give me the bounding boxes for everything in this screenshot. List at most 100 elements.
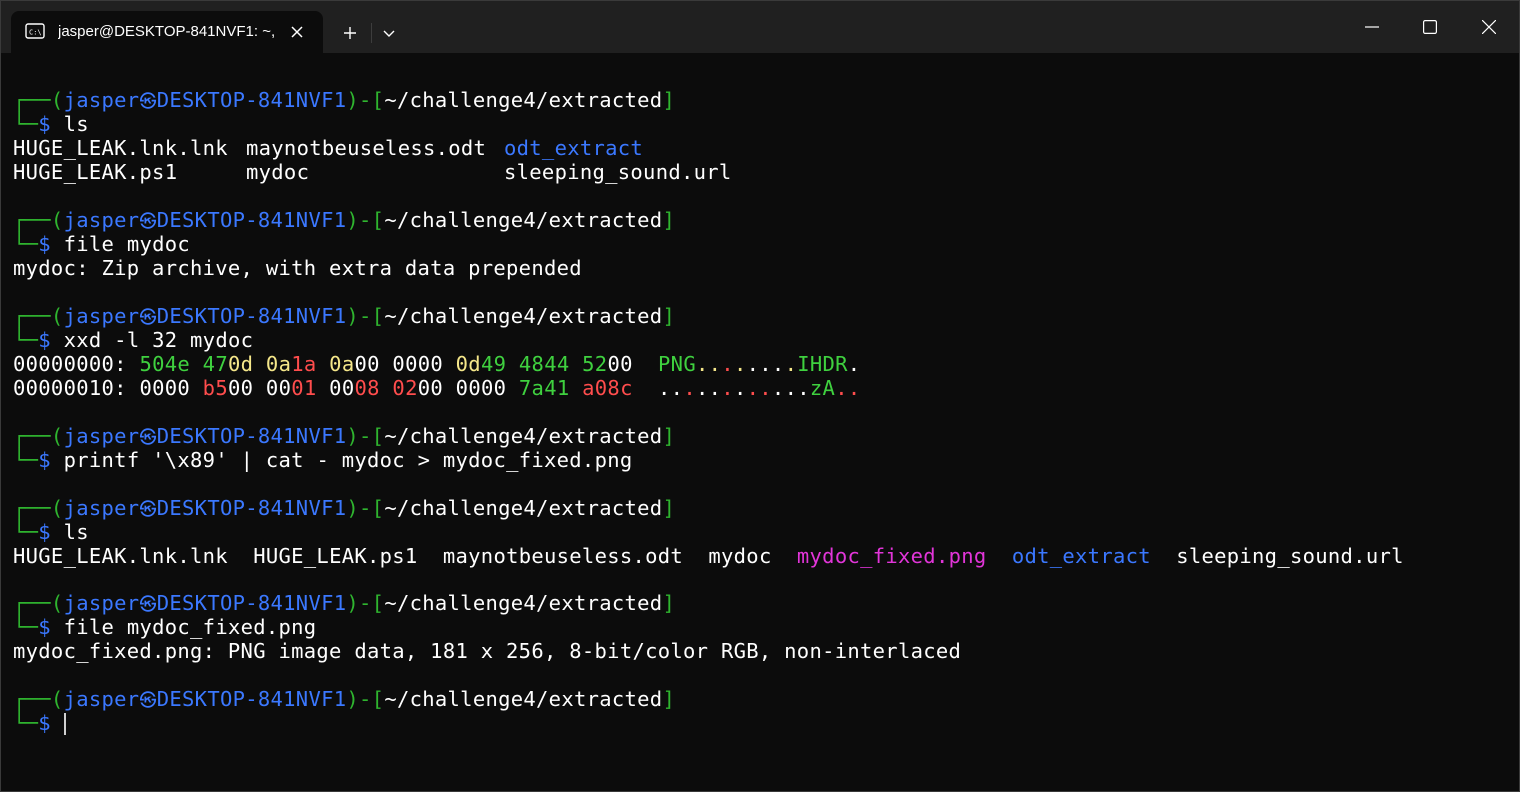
file-entry: maynotbeuseless.odt xyxy=(246,136,487,160)
hex-ascii: . xyxy=(670,376,684,400)
file-output: mydoc_fixed.png: PNG image data, 181 x 2… xyxy=(13,639,961,663)
prompt-user: jasper xyxy=(63,496,140,520)
prompt-bracket: ] xyxy=(662,208,676,232)
maximize-icon xyxy=(1423,20,1437,34)
prompt-user: jasper xyxy=(63,424,140,448)
command-text: printf '\x89' | cat - mydoc > mydoc_fixe… xyxy=(63,448,633,472)
close-tab-icon[interactable] xyxy=(287,22,307,42)
prompt-corner: ┌──( xyxy=(13,88,64,112)
prompt-host: DESKTOP-841NVF1 xyxy=(156,88,347,112)
prompt-host: DESKTOP-841NVF1 xyxy=(156,687,347,711)
skull-icon: ㉿ xyxy=(139,500,157,520)
file-output-text: mydoc: Zip archive, with extra data prep… xyxy=(13,256,582,280)
command-text: file mydoc xyxy=(63,232,191,256)
prompt-corner: ┌──( xyxy=(13,687,64,711)
prompt-line: ┌──(jasper㉿DESKTOP-841NVF1)-[~/challenge… xyxy=(13,424,675,448)
prompt-line: ┌──(jasper㉿DESKTOP-841NVF1)-[~/challenge… xyxy=(13,496,675,520)
hex-byte: 47 xyxy=(202,352,228,376)
prompt-user: jasper xyxy=(63,304,140,328)
prompt-line: ┌──(jasper㉿DESKTOP-841NVF1)-[~/challenge… xyxy=(13,304,675,328)
hexdump-row: 00000010: 0000 b500 0001 0008 0200 0000 … xyxy=(13,376,861,400)
prompt-corner: ┌──( xyxy=(13,208,64,232)
command-text: ls xyxy=(63,520,89,544)
hex-ascii: . xyxy=(797,376,810,400)
maximize-button[interactable] xyxy=(1401,1,1459,53)
prompt-bracket: ] xyxy=(662,424,676,448)
plus-icon[interactable] xyxy=(335,19,365,47)
hex-ascii: . xyxy=(847,376,861,400)
close-button[interactable] xyxy=(1460,1,1518,53)
command-line: └─$ xyxy=(13,711,66,735)
command-line: └─$ ls xyxy=(13,520,89,544)
file-entry: maynotbeuseless.odt xyxy=(442,544,684,568)
prompt-corner: └─ xyxy=(13,711,39,735)
hex-byte: 0000 xyxy=(139,376,191,400)
hex-ascii: IHDR xyxy=(797,352,848,376)
hex-byte: 49 xyxy=(480,352,507,376)
hex-byte: 00 xyxy=(354,352,380,376)
prompt-path: ~/challenge4/extracted xyxy=(384,304,663,328)
prompt-corner: └─ xyxy=(13,232,39,256)
hex-ascii: . xyxy=(847,352,861,376)
hex-offset: 00000010: xyxy=(13,376,127,400)
skull-icon: ㉿ xyxy=(139,308,157,328)
terminal-icon: C:\ xyxy=(25,23,45,39)
hex-byte: 08 xyxy=(354,376,380,400)
file-output-text: mydoc_fixed.png: PNG image data, 181 x 2… xyxy=(13,639,962,663)
hex-byte: a08c xyxy=(582,376,633,400)
file-entry: mydoc xyxy=(246,160,310,184)
hex-ascii: . xyxy=(771,352,785,376)
hex-byte: 01 xyxy=(291,376,317,400)
terminal-output[interactable]: ┌──(jasper㉿DESKTOP-841NVF1)-[~/challenge… xyxy=(13,57,1513,787)
prompt-bracket: ] xyxy=(662,687,676,711)
command-text: xxd -l 32 mydoc xyxy=(63,328,254,352)
file-entry: HUGE_LEAK.ps1 xyxy=(253,544,418,568)
hex-byte: 0d xyxy=(227,352,254,376)
prompt-path: ~/challenge4/extracted xyxy=(384,687,663,711)
prompt-user: jasper xyxy=(63,687,140,711)
prompt-host: DESKTOP-841NVF1 xyxy=(156,591,347,615)
hex-byte: 0d xyxy=(455,352,481,376)
hex-ascii: . xyxy=(733,352,747,376)
close-icon xyxy=(1482,20,1496,34)
chevron-down-icon[interactable] xyxy=(375,19,403,47)
command-line: └─$ file mydoc_fixed.png xyxy=(13,615,316,639)
skull-icon: ㉿ xyxy=(139,595,157,615)
prompt-host: DESKTOP-841NVF1 xyxy=(156,304,347,328)
hex-byte: 52 xyxy=(582,352,608,376)
prompt-corner: ┌──( xyxy=(13,424,64,448)
command-text: ls xyxy=(63,112,89,136)
file-entry: sleeping_sound.url xyxy=(1176,544,1404,568)
hex-ascii: . xyxy=(733,376,747,400)
prompt-user: jasper xyxy=(63,591,140,615)
prompt-dollar: $ xyxy=(38,112,51,136)
prompt-line: ┌──(jasper㉿DESKTOP-841NVF1)-[~/challenge… xyxy=(13,88,675,112)
hex-ascii: . xyxy=(721,376,734,400)
tab-terminal[interactable]: C:\ jasper@DESKTOP-841NVF1: ~, xyxy=(11,11,323,53)
hex-byte: 00 xyxy=(417,376,444,400)
minimize-button[interactable] xyxy=(1343,1,1401,53)
tab-separator xyxy=(371,23,372,43)
skull-icon: ㉿ xyxy=(139,92,157,112)
command-text: file mydoc_fixed.png xyxy=(63,615,317,639)
prompt-user: jasper xyxy=(63,208,140,232)
hex-ascii: . xyxy=(695,352,709,376)
hex-ascii: . xyxy=(784,352,798,376)
hex-byte: 00 xyxy=(329,376,355,400)
